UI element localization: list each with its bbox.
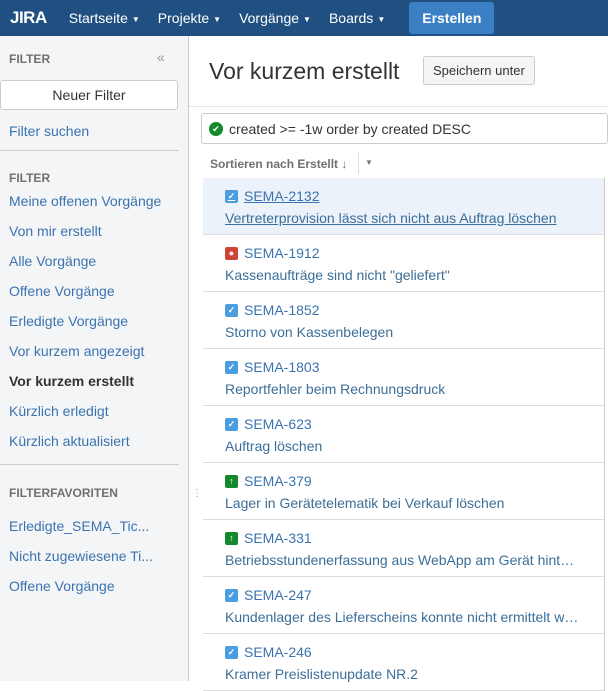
- nav-boards[interactable]: Boards ▼: [329, 10, 385, 26]
- issue-row[interactable]: ↑ SEMA-379 Lager in Gerätetelematik bei Ve…: [203, 463, 604, 520]
- issue-key[interactable]: SEMA-331: [244, 530, 312, 546]
- task-icon: ✓: [225, 303, 238, 317]
- new-filter-button[interactable]: Neuer Filter: [0, 80, 178, 110]
- issue-summary[interactable]: Reportfehler beim Rechnungsdruck: [225, 381, 580, 397]
- jira-logo[interactable]: JIRA: [10, 8, 47, 28]
- issue-summary[interactable]: Kramer Preislistenupdate NR.2: [225, 666, 580, 682]
- filter-item-active[interactable]: Vor kurzem erstellt: [9, 373, 134, 389]
- issue-row[interactable]: ↑ SEMA-331 Betriebsstundenerfassung aus We…: [203, 520, 604, 577]
- issue-summary[interactable]: Kundenlager des Lieferscheins konnte nic…: [225, 609, 580, 625]
- filter-item[interactable]: Alle Vorgänge: [9, 253, 96, 269]
- bug-icon: ●: [225, 246, 238, 260]
- nav-projekte[interactable]: Projekte ▼: [158, 10, 221, 26]
- divider: [189, 106, 608, 107]
- favorite-item[interactable]: Nicht zugewiesene Ti...: [9, 548, 153, 564]
- issue-summary[interactable]: Vertreterprovision lässt sich nicht aus …: [225, 210, 580, 226]
- collapse-icon[interactable]: «: [157, 49, 165, 65]
- nav-vorgaenge[interactable]: Vorgänge ▼: [239, 10, 311, 26]
- improvement-icon: ↑: [225, 531, 238, 545]
- favorites-heading: FILTERFAVORITEN: [9, 486, 118, 500]
- issue-key[interactable]: SEMA-1852: [244, 302, 319, 318]
- issue-summary[interactable]: Lager in Gerätetelematik bei Verkauf lös…: [225, 495, 580, 511]
- save-as-button[interactable]: Speichern unter: [423, 56, 535, 85]
- issue-row[interactable]: ✓ SEMA-246 Kramer Preislistenupdate NR.2: [203, 634, 604, 691]
- top-nav: JIRA Startseite ▼ Projekte ▼ Vorgänge ▼ Boa…: [0, 0, 608, 36]
- divider: [0, 464, 179, 465]
- nav-label: Startseite: [68, 10, 128, 26]
- jql-query-input[interactable]: ✔ created >= -1w order by created DESC: [201, 113, 608, 144]
- issue-summary[interactable]: Kassenaufträge sind nicht "geliefert": [225, 267, 580, 283]
- filter-item[interactable]: Meine offenen Vorgänge: [9, 193, 161, 209]
- chevron-down-icon: ▼: [131, 14, 140, 24]
- filter-item[interactable]: Offene Vorgänge: [9, 283, 115, 299]
- issue-row[interactable]: ✓ SEMA-247 Kundenlager des Lieferscheins k…: [203, 577, 604, 634]
- nav-label: Boards: [328, 10, 374, 26]
- sidebar-heading: FILTER: [9, 52, 51, 66]
- valid-check-icon: ✔: [209, 121, 223, 136]
- issue-summary[interactable]: Auftrag löschen: [225, 438, 580, 454]
- filter-item[interactable]: Kürzlich aktualisiert: [9, 433, 130, 449]
- favorite-item[interactable]: Offene Vorgänge: [9, 578, 115, 594]
- divider: [0, 150, 179, 151]
- nav-label: Projekte: [157, 10, 210, 26]
- filter-heading: FILTER: [9, 171, 51, 185]
- issue-key[interactable]: SEMA-623: [244, 416, 312, 432]
- issue-key[interactable]: SEMA-1803: [244, 359, 319, 375]
- chevron-down-icon: ▼: [303, 14, 311, 24]
- issue-key[interactable]: SEMA-379: [244, 473, 312, 489]
- chevron-down-icon: ▼: [377, 14, 386, 24]
- create-button[interactable]: Erstellen: [409, 2, 495, 34]
- task-icon: ✓: [225, 360, 238, 374]
- favorite-item[interactable]: Erledigte_SEMA_Tic...: [9, 518, 149, 534]
- task-icon: ✓: [225, 588, 238, 602]
- resize-handle[interactable]: ⋮: [192, 488, 202, 499]
- issue-key[interactable]: SEMA-1912: [244, 245, 319, 261]
- query-text: created >= -1w order by created DESC: [229, 120, 472, 137]
- task-icon: ✓: [225, 645, 238, 659]
- issue-key[interactable]: SEMA-247: [244, 587, 312, 603]
- issue-list: ✓ SEMA-2132 Vertreterprovision lässt sich …: [203, 178, 605, 691]
- issue-row[interactable]: ● SEMA-1912 Kassenaufträge sind nicht "gel…: [203, 235, 604, 292]
- nav-label: Vorgänge: [239, 10, 300, 26]
- chevron-down-icon: ▼: [213, 14, 222, 24]
- issue-row[interactable]: ✓ SEMA-2132 Vertreterprovision lässt sich …: [203, 178, 604, 235]
- issue-row[interactable]: ✓ SEMA-1803 Reportfehler beim Rechnungsdru…: [203, 349, 604, 406]
- issue-summary[interactable]: Storno von Kassenbelegen: [225, 324, 580, 340]
- issue-row[interactable]: ✓ SEMA-1852 Storno von Kassenbelegen: [203, 292, 604, 349]
- sort-dropdown-icon[interactable]: ▼: [358, 152, 373, 174]
- improvement-icon: ↑: [225, 474, 238, 488]
- sort-button[interactable]: Sortieren nach Erstellt ↓: [210, 157, 347, 171]
- filter-sidebar: FILTER « Neuer Filter Filter suchen FILT…: [0, 36, 189, 681]
- nav-startseite[interactable]: Startseite ▼: [69, 10, 140, 26]
- issue-key[interactable]: SEMA-2132: [244, 188, 319, 204]
- search-filters-link[interactable]: Filter suchen: [9, 123, 89, 139]
- issue-key[interactable]: SEMA-246: [244, 644, 312, 660]
- filter-item[interactable]: Erledigte Vorgänge: [9, 313, 128, 329]
- issue-row[interactable]: ✓ SEMA-623 Auftrag löschen: [203, 406, 604, 463]
- issue-summary[interactable]: Betriebsstundenerfassung aus WebApp am G…: [225, 552, 580, 568]
- task-icon: ✓: [225, 417, 238, 431]
- filter-item[interactable]: Von mir erstellt: [9, 223, 102, 239]
- filter-item[interactable]: Vor kurzem angezeigt: [9, 343, 144, 359]
- page-title: Vor kurzem erstellt: [209, 58, 400, 84]
- task-icon: ✓: [225, 189, 238, 203]
- filter-item[interactable]: Kürzlich erledigt: [9, 403, 109, 419]
